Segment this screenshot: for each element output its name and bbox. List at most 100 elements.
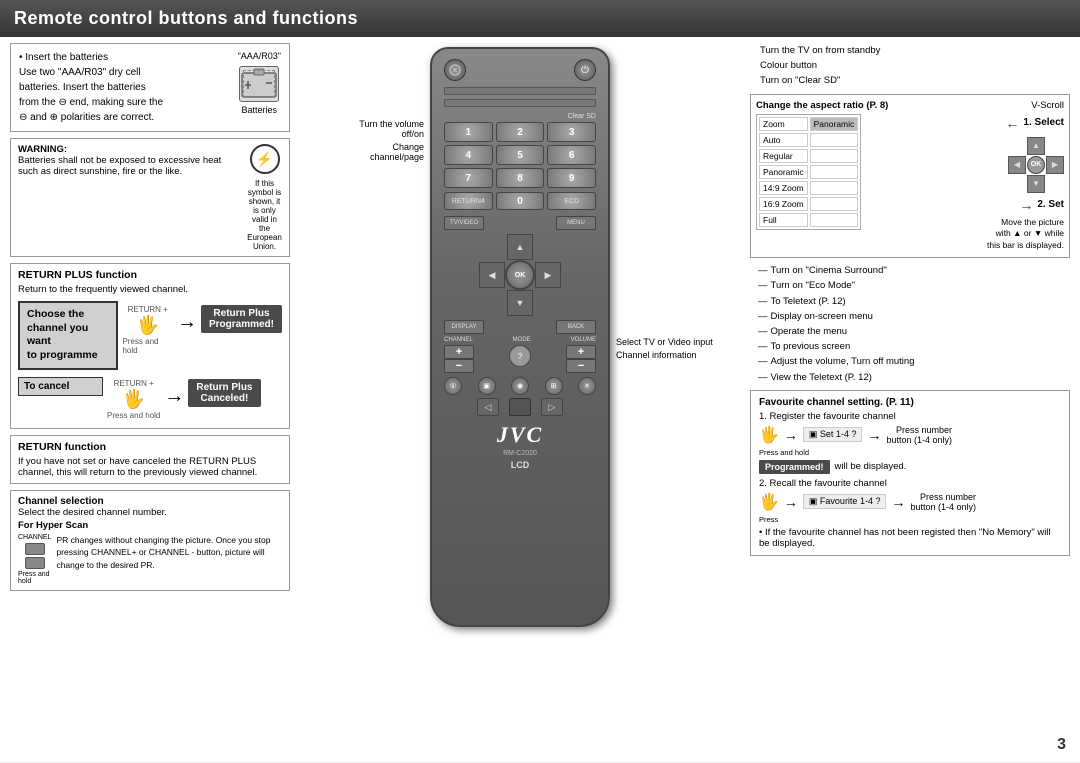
zoom-option-149: 14:9 Zoom (759, 181, 808, 195)
choose-channel-box: Choose thechannel you wantto programme (18, 301, 118, 370)
zoom-option-empty3 (810, 165, 859, 179)
num-btn-0[interactable]: 0 (496, 192, 545, 210)
eu-symbol (250, 144, 280, 174)
bottom-icon-buttons: ① ▣ ◉ ⊞ ✕ (444, 377, 596, 395)
ann-volume: —Adjust the volume, Turn off muting (758, 354, 1070, 369)
channel-buttons-image: CHANNEL Press and hold (18, 534, 51, 585)
fav-programmed-row: Programmed! will be displayed. (759, 460, 1061, 474)
zoom-option-auto: Auto (759, 133, 808, 147)
page-container: Remote control buttons and functions • I… (0, 0, 1080, 762)
display-back-row: DISPLAY BACK (444, 320, 596, 334)
favourite-badge: ▣ Favourite 1-4 ? (803, 494, 887, 509)
header: Remote control buttons and functions (0, 0, 1080, 37)
select-label-row: ← 1. Select (1005, 115, 1064, 131)
zoom-table: ZoomPanoramic Auto Regular Panoramic 14:… (756, 114, 861, 230)
fav-recall-row: 🖐 → ▣ Favourite 1-4 ? → Press number but… (759, 492, 1061, 512)
dpad-right[interactable]: ▶ (535, 262, 561, 288)
ann-teletext: —To Teletext (P. 12) (758, 294, 1070, 309)
dpad-row-mid: ◀ OK ▶ (479, 260, 561, 290)
model-number: RM-C2020 (444, 450, 596, 457)
icon-btn-3[interactable]: ◉ (511, 377, 529, 395)
zoom-option-empty2 (810, 149, 859, 163)
zoom-option-panoramic2: Panoramic (759, 165, 808, 179)
num-btn-9[interactable]: 9 (547, 168, 596, 188)
mini-dpad-up: ▲ (1027, 137, 1045, 155)
programmed-box: Return PlusProgrammed! (201, 305, 282, 333)
channel-vol-buttons: + − ? + − (444, 345, 596, 373)
clear-sd-label-row: Clear SD (444, 113, 596, 120)
small-btns-row: TV/VIDEO MENU (444, 216, 596, 230)
back-button[interactable]: BACK (556, 320, 596, 334)
ann-onscreen: —Display on-screen menu (758, 309, 1070, 324)
mini-dpad-right: ▶ (1046, 156, 1064, 174)
channel-minus-btn (25, 557, 45, 569)
num-btn-3[interactable]: 3 (547, 122, 596, 142)
zoom-option-empty5 (810, 197, 859, 211)
channel-selection-box: Channel selection Select the desired cha… (10, 490, 290, 591)
vol-minus[interactable]: − (566, 359, 596, 373)
tv-video-button[interactable]: TV/VIDEO (444, 216, 484, 230)
nav-right[interactable]: ▷ (541, 398, 563, 416)
lcd-label: LCD (444, 460, 596, 470)
fav-register-row: 🖐 → ▣ Set 1-4 ? → Press number button (1… (759, 425, 1061, 445)
warning-symbol: If this symbol is shown, it is only vali… (247, 144, 282, 251)
hyper-scan-row: CHANNEL Press and hold PR changes withou… (18, 534, 282, 585)
aspect-ratio-box: Change the aspect ratio (P. 8) ZoomPanor… (750, 94, 1070, 259)
remote-bar2 (444, 99, 596, 107)
warning-text: WARNING: Batteries shall not be exposed … (18, 144, 241, 251)
dpad-down[interactable]: ▼ (507, 290, 533, 316)
zoom-option-zoom: Zoom (759, 117, 808, 131)
num-btn-7[interactable]: 7 (444, 168, 493, 188)
num-btn-8[interactable]: 8 (496, 168, 545, 188)
mode-button[interactable]: ? (509, 345, 531, 367)
display-button[interactable]: DISPLAY (444, 320, 484, 334)
channel-minus[interactable]: − (444, 359, 474, 373)
favourite-box: Favourite channel setting. (P. 11) 1. Re… (750, 390, 1070, 556)
icon-btn-5[interactable]: ✕ (578, 377, 596, 395)
ok-button[interactable]: OK (505, 260, 535, 290)
nav-center[interactable] (509, 398, 531, 416)
channel-col: + − (444, 345, 474, 373)
num-btn-5[interactable]: 5 (496, 145, 545, 165)
num-btn-1[interactable]: 1 (444, 122, 493, 142)
num-btn-4[interactable]: 4 (444, 145, 493, 165)
return4-button[interactable]: RETURN4 (444, 192, 493, 210)
nav-left[interactable]: ◁ (477, 398, 499, 416)
icon-btn-1[interactable]: ① (444, 377, 462, 395)
top-right-annotations: Turn the TV on from standby Colour butto… (750, 43, 1070, 89)
set-badge: ▣ Set 1-4 ? (803, 427, 863, 442)
ecd-button[interactable]: ECD (547, 192, 596, 210)
if-note: • If the favourite channel has not been … (759, 527, 1061, 549)
zoom-option-full: Full (759, 213, 808, 227)
center-panel: Turn the volume off/on Change channel/pa… (296, 43, 744, 763)
mini-dpad-ok: OK (1027, 156, 1045, 174)
vol-plus[interactable]: + (566, 345, 596, 359)
dpad-left[interactable]: ◀ (479, 262, 505, 288)
aspect-inner: Change the aspect ratio (P. 8) ZoomPanor… (756, 100, 979, 230)
channel-plus[interactable]: + (444, 345, 474, 359)
dpad-up[interactable]: ▲ (507, 234, 533, 260)
dpad: ▲ ◀ OK ▶ ▼ (444, 234, 596, 316)
ann-eco: —Turn on "Eco Mode" (758, 278, 1070, 293)
mini-dpad: ▲ ▼ ◀ ▶ OK (1008, 137, 1064, 193)
remote-circle-btn-left[interactable] (444, 59, 466, 81)
icon-btn-4[interactable]: ⊞ (545, 377, 563, 395)
mini-dpad-left: ◀ (1008, 156, 1026, 174)
return-plus-box: RETURN PLUS function Return to the frequ… (10, 263, 290, 429)
number-grid: 1 2 3 4 5 6 7 8 9 (444, 122, 596, 188)
remote-body: ⏻ Clear SD 1 2 3 4 (430, 47, 610, 627)
right-annotations: —Turn on "Cinema Surround" —Turn on "Eco… (750, 263, 1070, 385)
power-button[interactable]: ⏻ (574, 59, 596, 81)
battery-diagram (239, 66, 279, 102)
battery-box: • Insert the batteries Use two "AAA/R03"… (10, 43, 290, 132)
menu-button[interactable]: MENU (556, 216, 596, 230)
mini-dpad-down: ▼ (1027, 175, 1045, 193)
num-btn-6[interactable]: 6 (547, 145, 596, 165)
left-panel: • Insert the batteries Use two "AAA/R03"… (10, 43, 290, 763)
num-btn-2[interactable]: 2 (496, 122, 545, 142)
vscroll-section: V-Scroll ← 1. Select ▲ ▼ ◀ ▶ OK → 2. (984, 100, 1064, 253)
channel-vol-labels: CHANNEL MODE VOLUME (444, 337, 596, 343)
remote-top-buttons: ⏻ (444, 59, 596, 81)
icon-btn-2[interactable]: ▣ (478, 377, 496, 395)
programmed-badge: Programmed! (759, 460, 830, 474)
